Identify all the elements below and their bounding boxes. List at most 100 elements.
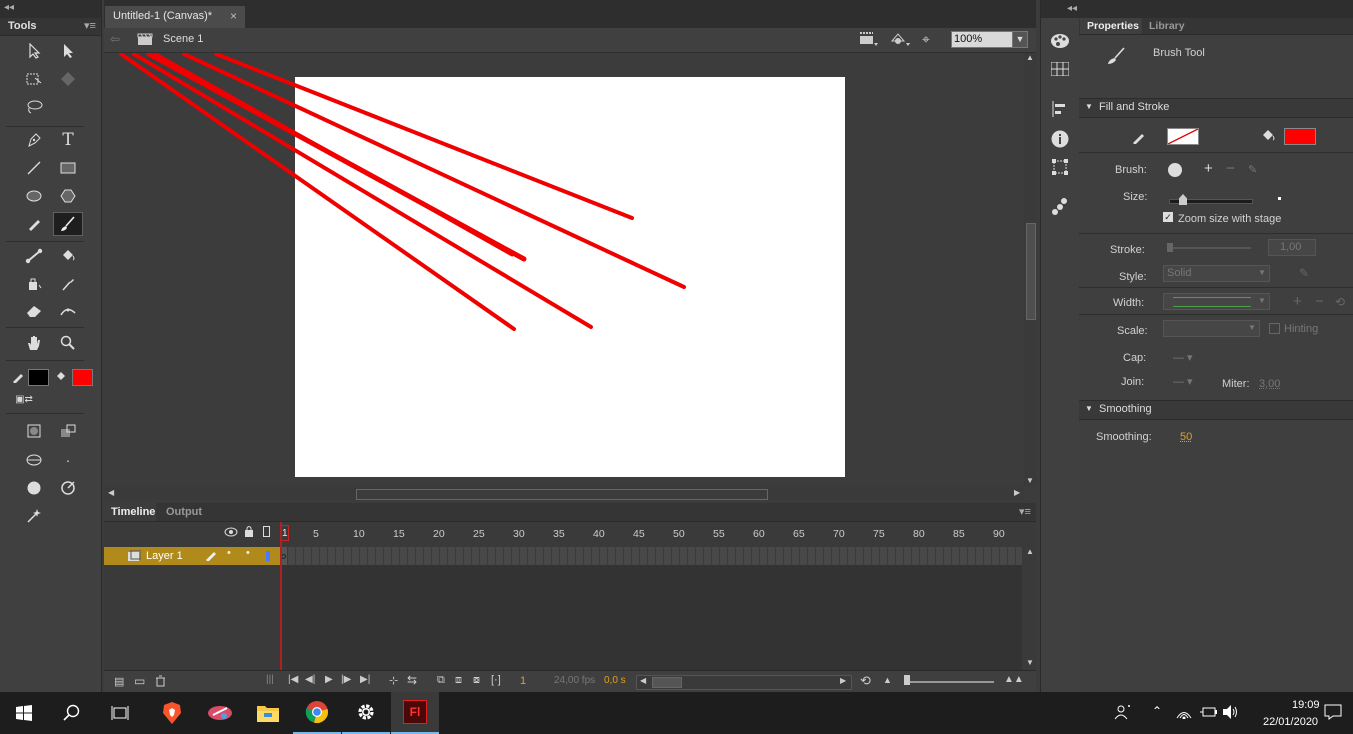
eraser-tool-icon[interactable] [21,300,47,322]
scroll-down-icon[interactable]: ▼ [1026,476,1034,485]
task-view-icon[interactable] [96,692,144,734]
join-select[interactable]: — ▾ [1173,375,1193,388]
eyedropper-tool-icon[interactable] [55,273,81,295]
new-layer-icon[interactable]: ▤ [114,675,124,688]
current-frame[interactable]: 1 [520,675,526,687]
show-hidden-icons-icon[interactable]: ⌃ [1152,704,1162,718]
notifications-icon[interactable] [1324,704,1342,720]
scroll-up-icon[interactable]: ▲ [1026,53,1034,62]
brush-shape-icon[interactable] [21,477,47,499]
3d-rotation-tool-icon[interactable] [55,68,81,90]
info-panel-icon[interactable] [1051,130,1069,148]
fill-stroke-section-header[interactable]: ▼ Fill and Stroke [1079,98,1353,118]
zoom-select[interactable]: 100% [951,31,1015,48]
prev-frame-icon[interactable]: ◀| [305,674,315,685]
center-frame-icon[interactable]: ⊹ [389,674,398,687]
brush-mode-icon[interactable] [21,449,47,471]
ink-bottle-tool-icon[interactable] [21,273,47,295]
scale-select[interactable]: ▼ [1163,320,1260,337]
people-icon[interactable] [1114,704,1132,720]
edit-brush-icon[interactable]: ✎ [1248,163,1257,176]
battery-icon[interactable] [1199,706,1217,718]
pasteboard[interactable] [104,53,1022,486]
new-folder-icon[interactable]: ▭ [134,674,145,688]
edit-multiple-frames-icon[interactable]: ⧇ [473,674,480,687]
file-explorer-icon[interactable] [244,692,292,734]
modify-markers-icon[interactable]: [·] [491,674,501,686]
collapse-arrow-icon[interactable]: ▼ [1085,404,1093,413]
reset-width-icon[interactable]: ⟲ [1335,295,1345,309]
timeline-scroll-up-icon[interactable]: ▲ [1026,547,1034,556]
smoothing-value[interactable]: 50 [1180,431,1192,443]
outline-all-icon[interactable] [263,526,270,537]
layer-outline-color[interactable] [266,551,270,561]
zoom-size-checkbox[interactable]: ✓ [1163,212,1173,222]
chrome-icon[interactable] [293,692,341,734]
line-tool-icon[interactable] [21,157,47,179]
width-profile-select[interactable]: ▼ [1163,293,1270,310]
clock-date[interactable]: 22/01/2020 [1263,716,1318,728]
volume-icon[interactable] [1222,704,1240,720]
text-tool-icon[interactable]: T [55,129,81,151]
search-icon[interactable] [48,692,96,734]
cap-select[interactable]: — ▾ [1173,351,1193,364]
frame-ruler[interactable]: 1 5 10 15 20 25 30 35 40 45 50 55 60 65 … [280,522,1022,546]
loop-icon[interactable]: ⇆ [407,673,417,687]
pen-tool-icon[interactable] [21,129,47,151]
frame-cells[interactable] [280,547,1022,565]
scale-dropdown-icon[interactable]: ▼ [1248,323,1256,332]
add-brush-icon[interactable]: + [1204,160,1213,177]
remove-width-icon[interactable]: − [1315,293,1324,310]
vertical-scrollbar[interactable]: ▲ ▼ [1024,53,1036,486]
collapse-icon[interactable]: ◂◂ [4,2,14,13]
zoom-tool-icon[interactable] [55,332,81,354]
size-slider-handle[interactable] [1179,194,1187,205]
brave-icon[interactable] [148,692,196,734]
smoothing-section-header[interactable]: ▼ Smoothing [1079,400,1353,420]
tab-timeline[interactable]: Timeline [104,503,156,521]
timeline-hscroll-thumb[interactable] [652,677,682,688]
elapsed-time[interactable]: 0,0 s [604,675,626,686]
width-dropdown-icon[interactable]: ▼ [1258,296,1266,305]
tab-output[interactable]: Output [166,506,202,518]
size-slider[interactable] [1169,194,1253,205]
clock-time[interactable]: 19:09 [1292,699,1320,711]
center-stage-icon[interactable]: ⌖ [922,31,930,48]
edit-stroke-style-icon[interactable]: ✎ [1299,266,1309,280]
oval-tool-icon[interactable] [21,185,47,207]
snipping-icon[interactable] [196,692,244,734]
layer-row[interactable]: Layer 1 • • [104,547,280,565]
onion-skin-icon[interactable]: ⧉ [437,674,445,687]
tab-library[interactable]: Library [1149,20,1185,32]
align-panel-icon[interactable] [1052,101,1068,117]
tab-properties[interactable]: Properties [1080,18,1142,34]
horizontal-scroll-thumb[interactable] [356,489,768,500]
miter-value[interactable]: 3,00 [1259,378,1280,390]
swap-colors-icon[interactable]: ▣⇄ [9,392,39,406]
stroke-value-field[interactable]: 1,00 [1268,239,1316,256]
next-frame-icon[interactable]: |▶ [341,674,351,685]
play-icon[interactable]: ▶ [325,674,333,685]
flash-icon[interactable]: Fl [391,692,439,734]
rectangle-tool-icon[interactable] [55,157,81,179]
zoom-out-frames-icon[interactable]: ▲ [883,675,892,685]
add-width-icon[interactable]: + [1293,293,1302,310]
timeline-scroll-right-icon[interactable]: ▶ [840,676,846,685]
delete-layer-icon[interactable] [155,675,166,687]
components-panel-icon[interactable] [1051,197,1069,215]
fill-color-swatch[interactable] [72,369,93,386]
stroke-slider[interactable] [1167,243,1251,252]
pressure-icon[interactable] [55,477,81,499]
layer-edit-pencil-icon[interactable] [205,549,217,561]
pencil-tool-icon[interactable] [21,213,47,235]
lasso-tool-icon[interactable] [21,96,47,118]
free-transform-tool-icon[interactable] [21,68,47,90]
swatches-panel-icon[interactable] [1051,62,1069,76]
hand-tool-icon[interactable] [21,332,47,354]
frame-rate[interactable]: 24,00 fps [554,675,595,686]
width-tool-icon[interactable] [55,300,81,322]
brush-shape-select[interactable] [1168,163,1182,177]
style-select[interactable]: Solid ▼ [1163,265,1270,282]
timeline-scroll-down-icon[interactable]: ▼ [1026,658,1034,667]
remove-brush-icon[interactable]: − [1226,160,1235,177]
